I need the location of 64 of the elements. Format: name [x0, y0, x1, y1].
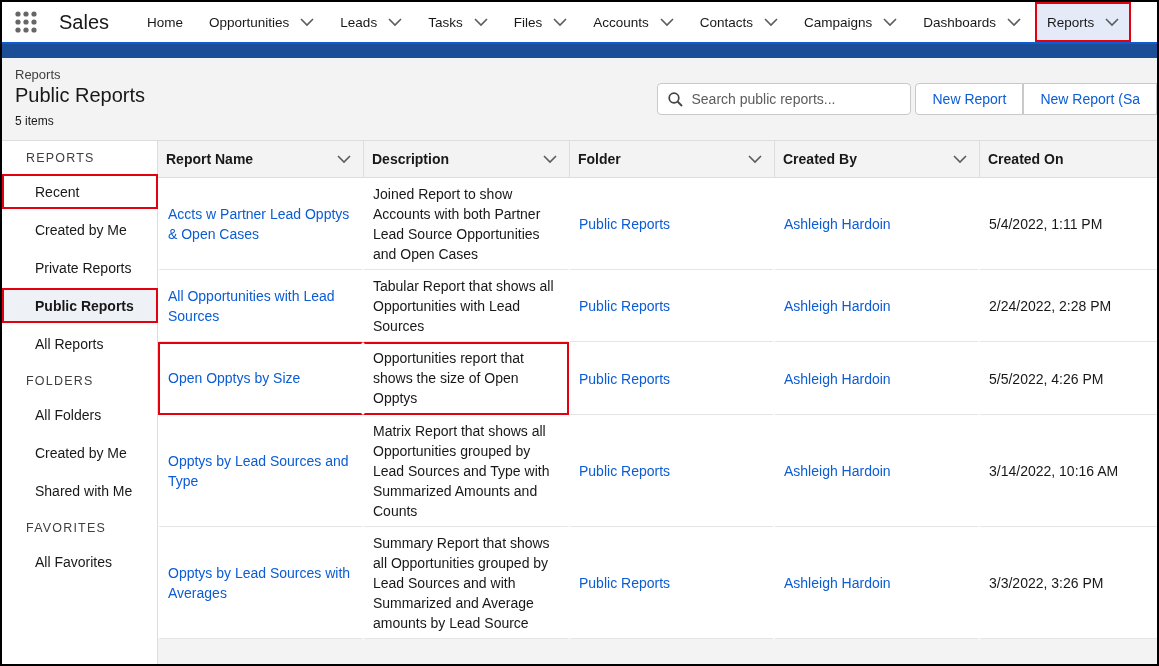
sidebar-item[interactable]: Public Reports: [2, 288, 158, 323]
app-launcher-icon[interactable]: [15, 11, 37, 33]
column-menu-icon: [543, 154, 557, 164]
chevron-down-icon: [300, 17, 315, 27]
chevron-down-icon: [473, 17, 488, 27]
sidebar-item[interactable]: Created by Me: [2, 435, 158, 470]
sidebar-item[interactable]: All Favorites: [2, 544, 158, 579]
date-cell: 5/5/2022, 4:26 PM: [989, 370, 1104, 387]
chevron-down-icon: [1105, 17, 1120, 27]
new-report-button[interactable]: New Report (Sa: [1023, 83, 1157, 115]
description-cell: Joined Report to show Accounts with both Partner Lead Source Opportunities and Open Cases: [373, 186, 541, 262]
breadcrumb: Reports: [15, 67, 62, 82]
nav-tab[interactable]: Contacts: [687, 2, 790, 42]
column-header[interactable]: Created By: [774, 141, 979, 178]
column-header[interactable]: Folder: [569, 141, 774, 178]
date-cell: 3/14/2022, 10:16 AM: [989, 463, 1119, 479]
sidebar-item[interactable]: Shared with Me: [2, 473, 158, 508]
folder-link[interactable]: Public Reports: [579, 214, 764, 234]
date-cell: 3/3/2022, 3:26 PM: [989, 575, 1104, 591]
folder-link[interactable]: Public Reports: [579, 461, 764, 481]
page-title: Public Reports: [15, 84, 146, 107]
description-cell: Matrix Report that shows all Opportunities grouped by Lead Sources and Type with Summarized Amounts and Counts: [373, 423, 550, 519]
item-count: 5 items: [15, 114, 55, 128]
sidebar-item[interactable]: Created by Me: [2, 212, 158, 247]
sidebar-item[interactable]: Recent: [2, 174, 158, 209]
sidebar-item[interactable]: Private Reports: [2, 250, 158, 285]
column-header[interactable]: Created On: [979, 141, 1157, 178]
chevron-down-icon: [659, 17, 674, 27]
sidebar-item[interactable]: All Folders: [2, 397, 158, 432]
date-cell: 5/4/2022, 1:11 PM: [989, 216, 1103, 232]
description-cell: Opportunities report that shows the size of Open Opptys: [373, 350, 524, 406]
chevron-down-icon: [553, 17, 568, 27]
section-heading: REPORTS: [25, 149, 96, 167]
nav-tab[interactable]: Leads: [328, 2, 415, 42]
nav-tab[interactable]: Campaigns: [792, 2, 910, 42]
section-heading: FOLDERS: [25, 372, 95, 390]
creator-link[interactable]: Ashleigh Hardoin: [784, 214, 969, 234]
column-menu-icon: [337, 154, 351, 164]
chevron-down-icon: [1007, 17, 1022, 27]
new-report-button[interactable]: New Report: [915, 83, 1024, 115]
column-header[interactable]: Description: [363, 141, 569, 178]
nav-tab[interactable]: Reports: [1035, 2, 1132, 42]
sidebar-item[interactable]: All Reports: [2, 326, 158, 361]
column-menu-icon: [953, 154, 967, 164]
nav-tab[interactable]: Opportunities: [197, 2, 327, 42]
creator-link[interactable]: Ashleigh Hardoin: [784, 461, 969, 481]
nav-tab[interactable]: Dashboards: [911, 2, 1034, 42]
nav-tab[interactable]: Home: [135, 2, 196, 42]
chevron-down-icon: [883, 17, 898, 27]
app-name: Sales: [59, 10, 110, 34]
column-menu-icon: [748, 154, 762, 164]
description-cell: Summary Report that shows all Opportunities grouped by Lead Sources and with Summarized and Average amounts by Lead Source: [373, 535, 550, 631]
description-cell: Tabular Report that shows all Opportunities with Lead Sources: [373, 278, 554, 334]
folder-link[interactable]: Public Reports: [579, 573, 764, 593]
nav-tab[interactable]: Accounts: [581, 2, 686, 42]
nav-tab[interactable]: Tasks: [416, 2, 500, 42]
chevron-down-icon: [388, 17, 403, 27]
creator-link[interactable]: Ashleigh Hardoin: [784, 573, 969, 593]
section-heading: FAVORITES: [25, 519, 108, 537]
nav-tab[interactable]: Files: [501, 2, 580, 42]
date-cell: 2/24/2022, 2:28 PM: [989, 298, 1112, 314]
chevron-down-icon: [764, 17, 778, 27]
search-icon: [668, 92, 684, 107]
search-field[interactable]: Search public reports...: [657, 83, 912, 115]
